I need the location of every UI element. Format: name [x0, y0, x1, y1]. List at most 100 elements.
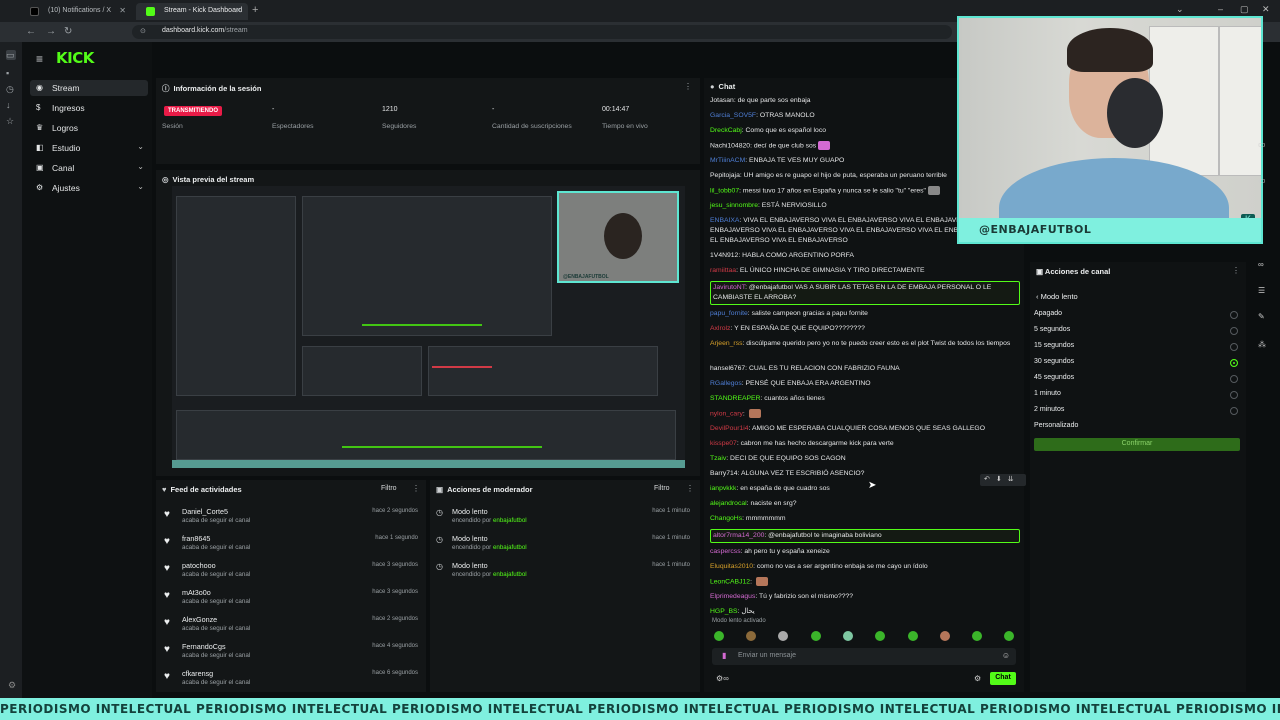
- slow-mode-option[interactable]: 2 minutos: [1034, 406, 1242, 420]
- radio-button-selected[interactable]: [1230, 359, 1238, 367]
- emote-icon[interactable]: [972, 631, 982, 641]
- confirm-button[interactable]: Confirmar: [1034, 438, 1240, 451]
- chat-message[interactable]: nylon_cary:: [710, 409, 1020, 419]
- radio-button[interactable]: [1230, 375, 1238, 383]
- slow-mode-option[interactable]: Personalizado: [1034, 422, 1242, 436]
- history-icon[interactable]: ◷: [6, 84, 16, 94]
- chat-message[interactable]: caspercss: ah pero tu y españa xeneize: [710, 547, 1020, 557]
- emote-icon[interactable]: [908, 631, 918, 641]
- emote-icon[interactable]: [940, 631, 950, 641]
- menu-icon[interactable]: ≡: [36, 52, 43, 66]
- star-icon[interactable]: ☆: [6, 116, 16, 126]
- chat-message[interactable]: Arjeen_rss: discúlpame querido pero yo n…: [710, 339, 1020, 349]
- emote-icon[interactable]: [843, 631, 853, 641]
- chat-tools-icon[interactable]: ⚙∞: [716, 674, 729, 683]
- back-button[interactable]: ‹ Modo lento: [1036, 292, 1078, 301]
- chat-username[interactable]: MrTiiinACM: [710, 157, 745, 164]
- chat-username[interactable]: ChangoHs: [710, 515, 742, 522]
- chat-username[interactable]: Arjeen_rss: [710, 340, 743, 347]
- chat-username[interactable]: Barry714: [710, 470, 738, 477]
- chat-username[interactable]: ramiittaa: [710, 267, 736, 274]
- download-icon[interactable]: ↓: [6, 100, 16, 110]
- chat-send-button[interactable]: Chat: [990, 672, 1016, 685]
- more-icon[interactable]: ⋮: [1232, 266, 1240, 275]
- chat-username[interactable]: DevilPour1i4: [710, 425, 749, 432]
- chat-username[interactable]: DreckCabj: [710, 127, 742, 134]
- settings-icon[interactable]: ⚙: [8, 680, 16, 691]
- emoji-icon[interactable]: ☺: [1002, 651, 1010, 660]
- back-icon[interactable]: ←: [26, 26, 36, 37]
- chat-message[interactable]: kisspe07: cabron me has hecho descargarm…: [710, 439, 1020, 449]
- slow-mode-option[interactable]: 1 minuto: [1034, 390, 1242, 404]
- radio-button[interactable]: [1230, 343, 1238, 351]
- chat-username[interactable]: jesu_sinnombre: [710, 202, 758, 209]
- chat-username[interactable]: nylon_cary: [710, 410, 743, 417]
- nav-item-canal[interactable]: ▣ Canal ⌄: [30, 160, 148, 176]
- network-icon[interactable]: ⁂: [1258, 340, 1266, 349]
- slow-mode-option[interactable]: 15 segundos: [1034, 342, 1242, 356]
- chat-username[interactable]: 1V4N912: [710, 252, 738, 259]
- reload-icon[interactable]: ↻: [64, 26, 72, 37]
- chat-message[interactable]: 1V4N912: HABLA COMO ARGENTINO PORFA: [710, 251, 1020, 261]
- forward-icon[interactable]: →: [46, 26, 56, 37]
- chevron-down-icon[interactable]: ⌄: [1176, 4, 1184, 15]
- chat-username[interactable]: caspercss: [710, 548, 741, 555]
- chat-username[interactable]: ENBAIXA: [710, 217, 739, 224]
- close-icon[interactable]: ✕: [235, 6, 242, 15]
- chat-username[interactable]: lil_tobb07: [710, 187, 739, 194]
- new-tab-icon[interactable]: +: [252, 4, 258, 16]
- nav-item-stream[interactable]: ◉ Stream: [30, 80, 148, 96]
- chat-message[interactable]: DevilPour1i4: AMIGO ME ESPERABA CUALQUIE…: [710, 424, 1020, 434]
- link-icon[interactable]: ∞: [1258, 260, 1264, 269]
- kick-logo[interactable]: KICK: [56, 49, 94, 67]
- more-icon[interactable]: ⋮: [686, 484, 694, 493]
- url-input[interactable]: ⊙ dashboard.kick.com/stream: [132, 25, 952, 39]
- emote-icon[interactable]: [811, 631, 821, 641]
- radio-button[interactable]: [1230, 327, 1238, 335]
- slow-mode-option[interactable]: Apagado: [1034, 310, 1242, 324]
- chat-message[interactable]: Barry714: ALGUNA VEZ TE ESCRIBIÓ ASENCIO…: [710, 469, 1020, 479]
- emote-icon[interactable]: [778, 631, 788, 641]
- chat-username[interactable]: kisspe07: [710, 440, 737, 447]
- nav-item-ingresos[interactable]: $ Ingresos: [30, 100, 148, 116]
- browser-tab-x[interactable]: (10) Notifications / X ✕: [20, 3, 132, 20]
- panel-icon[interactable]: ▭: [1258, 140, 1266, 149]
- chat-username[interactable]: HGP_BS: [710, 608, 738, 615]
- feed-filter-button[interactable]: Filtro: [381, 485, 397, 492]
- chat-message[interactable]: Elprimedeagus: Tú y fabrizio son el mism…: [710, 592, 1020, 602]
- window-close-icon[interactable]: ✕: [1262, 4, 1270, 15]
- chat-message[interactable]: Axlrolz: Y EN ESPAÑA DE QUE EQUIPO??????…: [710, 324, 1020, 334]
- chat-username[interactable]: Elprimedeagus: [710, 593, 755, 600]
- chat-username[interactable]: Axlrolz: [710, 325, 730, 332]
- chat-message[interactable]: LeonCABJ12:: [710, 577, 1020, 587]
- radio-button[interactable]: [1230, 407, 1238, 415]
- browser-tab-kick[interactable]: Stream - Kick Dashboard ✕: [136, 3, 248, 20]
- nav-item-estudio[interactable]: ◧ Estudio ⌄: [30, 140, 148, 156]
- chat-username[interactable]: hansel6767: [710, 365, 745, 372]
- emote-icon[interactable]: [746, 631, 756, 641]
- chat-username[interactable]: ianpvkkk: [710, 485, 736, 492]
- chat-username[interactable]: Garcia_SOV5F: [710, 112, 756, 119]
- list-icon[interactable]: ☰: [1258, 286, 1265, 295]
- gear-icon[interactable]: ⚙: [974, 674, 981, 683]
- more-icon[interactable]: ⋮: [684, 82, 692, 91]
- more-icon[interactable]: ⋮: [412, 484, 420, 493]
- chat-message[interactable]: alejandrocal: naciste en srg?: [710, 499, 1020, 509]
- chat-message[interactable]: Tzaiv: DECI DE QUE EQUIPO SOS CAGON: [710, 454, 1020, 464]
- chat-username[interactable]: JavirutoNT: [713, 284, 745, 291]
- chat-message[interactable]: HGP_BS: يحال: [710, 607, 1020, 617]
- emote-icon[interactable]: [875, 631, 885, 641]
- chat-username[interactable]: alejandrocal: [710, 500, 747, 507]
- chat-username[interactable]: RGallegos: [710, 380, 742, 387]
- chat-username[interactable]: papu_fornite: [710, 310, 748, 317]
- radio-button[interactable]: [1230, 391, 1238, 399]
- wrench-icon[interactable]: ✎: [1258, 312, 1265, 321]
- chat-message[interactable]: ChangoHs: mmmmmmm: [710, 514, 1020, 524]
- minimize-icon[interactable]: –: [1218, 4, 1223, 14]
- emote-icon[interactable]: [714, 631, 724, 641]
- chat-message-input[interactable]: ▮ Enviar un mensaje ☺: [712, 648, 1016, 665]
- chat-username[interactable]: altor7rma14_200: [713, 532, 764, 539]
- nav-item-ajustes[interactable]: ⚙ Ajustes ⌄: [30, 180, 148, 196]
- chat-message[interactable]: STANDREAPER: cuantos años tienes: [710, 394, 1020, 404]
- close-icon[interactable]: ✕: [119, 6, 126, 15]
